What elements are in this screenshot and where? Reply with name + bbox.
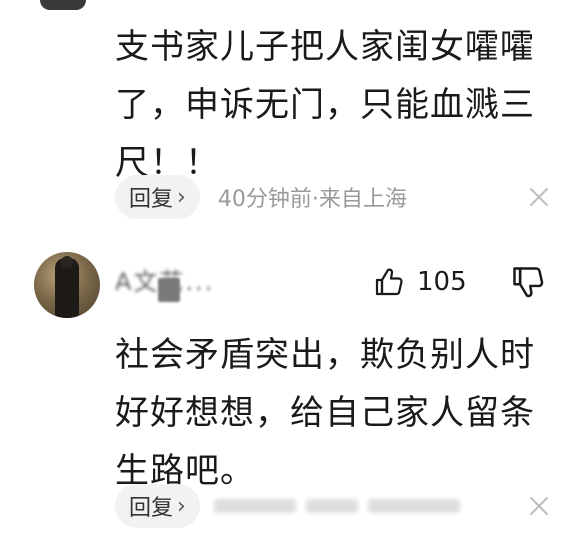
close-icon[interactable] <box>526 184 552 210</box>
blurred-meta-segment <box>305 499 358 513</box>
thumbs-down-icon <box>513 267 544 298</box>
like-count: 105 <box>417 267 467 297</box>
avatar[interactable] <box>34 252 100 318</box>
thumbs-up-icon <box>375 268 403 296</box>
close-icon[interactable] <box>526 493 552 519</box>
reply-label: 回复 <box>129 187 174 212</box>
reply-label: 回复 <box>129 496 174 521</box>
blurred-meta-segment <box>213 499 296 513</box>
reply-button[interactable]: 回复 › <box>115 484 200 528</box>
chevron-right-icon: › <box>177 184 186 210</box>
avatar-figure <box>55 256 79 318</box>
like-button[interactable]: 105 <box>373 264 467 300</box>
comment-actions: 回复 › <box>115 484 460 528</box>
comment-text: 支书家儿子把人家闺女嚯嚯 了，申诉无门，只能血溅三 尺！！ <box>115 27 535 183</box>
chevron-right-icon: › <box>177 493 186 519</box>
comment-meta: 40分钟前·来自上海 <box>217 187 407 212</box>
previous-avatar[interactable] <box>40 0 86 10</box>
dislike-button[interactable] <box>510 264 546 300</box>
username-mask <box>158 278 180 302</box>
blurred-meta-segment <box>367 499 460 513</box>
comment-meta-blurred <box>213 499 460 513</box>
comment-actions: 回复 › 40分钟前·来自上海 <box>115 175 407 219</box>
comment-text: 社会矛盾突出，欺负别人时 好好想想，给自己家人留条 生路吧。 <box>115 335 535 491</box>
reply-button[interactable]: 回复 › <box>115 175 200 219</box>
